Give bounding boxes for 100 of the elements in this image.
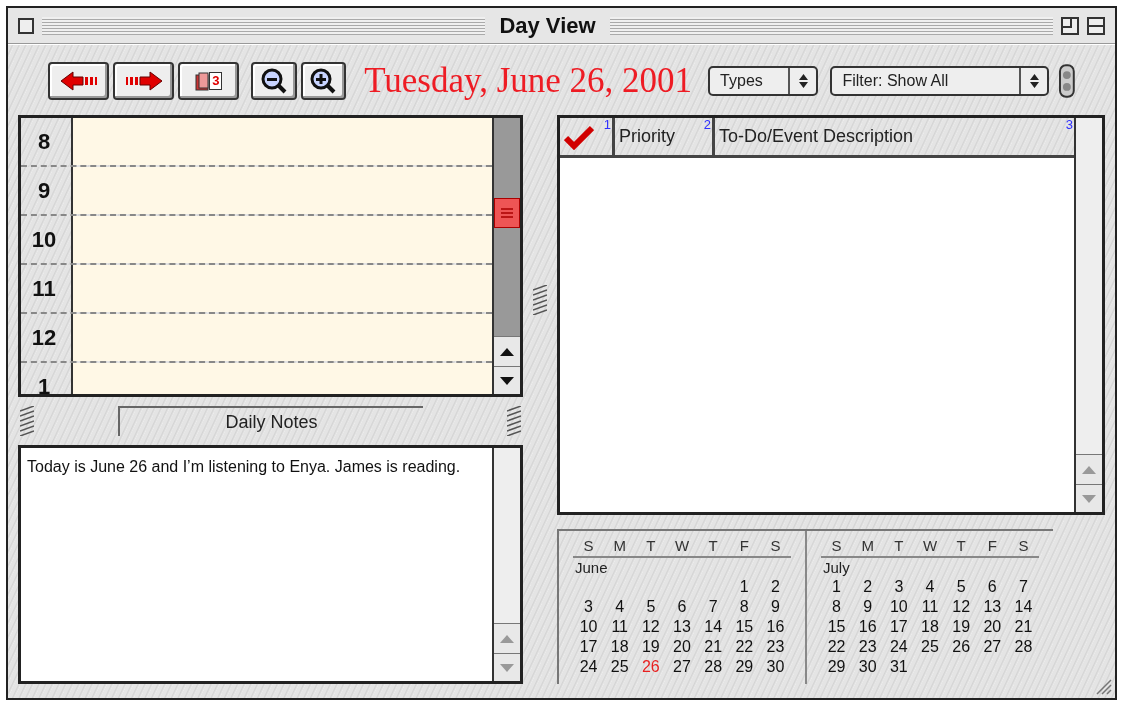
down-arrow-icon [1082,494,1096,503]
month-label: June [574,558,609,577]
popup-menu[interactable]: Types [708,66,819,96]
calendar-day[interactable]: 5 [945,577,977,597]
zoom-in-icon [309,67,338,95]
calendar-day[interactable]: 7 [1007,577,1039,597]
calendar-day[interactable]: 3 [573,597,605,617]
calendar-day[interactable]: 1 [821,577,853,597]
popup-menu[interactable]: Filter: Show All [830,66,1050,96]
calendar-day[interactable]: 9 [759,597,791,617]
calendar-button[interactable]: 3 [178,62,240,100]
daily-notes-title: Daily Notes [225,410,318,434]
calendar-day[interactable]: 1 [728,577,760,597]
calendar-day[interactable]: 25 [604,657,636,677]
calendar-day[interactable]: 21 [697,637,729,657]
column-number: 3 [1065,118,1073,132]
column-header[interactable]: To-Do/Event Description 3 [715,118,1074,155]
weekday-label: T [645,537,657,555]
calendar-day[interactable]: 31 [883,657,915,677]
calendar-day[interactable]: 4 [914,577,946,597]
calendar-day[interactable]: 14 [1007,597,1039,617]
column-header[interactable]: Priority 2 [615,118,715,155]
calendar-day[interactable]: 29 [728,657,760,677]
calendar-day[interactable]: 11 [604,617,636,637]
calendar-day[interactable]: 15 [821,617,853,637]
calendar-day[interactable]: 25 [914,637,946,657]
calendar-day[interactable]: 14 [697,617,729,637]
weekday-label: S [1017,537,1030,555]
notes-text[interactable]: Today is June 26 and I’m listening to Enya. James is reading. [21,448,492,681]
calendar-day[interactable]: 10 [573,617,605,637]
calendar-day[interactable]: 26 [635,657,667,677]
zoom-out-button[interactable] [251,62,297,100]
calendar-day[interactable]: 23 [852,637,884,657]
zoom-out-icon [260,67,289,95]
zoom-in-button[interactable] [300,62,347,100]
column-header[interactable]: 1 [560,118,615,155]
zoom-box[interactable] [1061,16,1079,35]
calendar-day[interactable]: 24 [573,657,605,677]
calendar-day[interactable]: 23 [759,637,791,657]
collapse-box[interactable] [1087,16,1105,35]
calendar-day[interactable]: 8 [821,597,853,617]
close-box[interactable] [18,17,34,34]
column-title: Priority [619,125,675,148]
calendar-day[interactable]: 20 [666,637,698,657]
calendar-day[interactable]: 7 [697,597,729,617]
calendar-day[interactable]: 10 [883,597,915,617]
calendar-day[interactable]: 2 [759,577,791,597]
calendar-day[interactable]: 16 [852,617,884,637]
scroll-up-button[interactable] [494,336,520,366]
calendar-day[interactable]: 12 [635,617,667,637]
calendar-day[interactable]: 6 [666,597,698,617]
calendar-day[interactable]: 15 [728,617,760,637]
toolbar-toggle-icon[interactable] [1059,64,1075,98]
calendar-day[interactable]: 26 [945,637,977,657]
back-button[interactable] [48,62,110,100]
calendar-day[interactable]: 19 [635,637,667,657]
calendar-day[interactable]: 13 [976,597,1008,617]
calendar-day[interactable]: 5 [635,597,667,617]
calendar-day[interactable]: 17 [883,617,915,637]
calendar-day[interactable]: 12 [945,597,977,617]
calendar-day[interactable]: 19 [945,617,977,637]
resize-grip-icon[interactable] [507,406,521,436]
forward-button[interactable] [113,62,175,100]
calendar-day[interactable]: 22 [728,637,760,657]
calendar-day[interactable]: 29 [821,657,853,677]
column-number: 1 [603,118,611,132]
calendar-day[interactable]: 11 [914,597,946,617]
calendar-day[interactable]: 18 [914,617,946,637]
calendar-day[interactable]: 24 [883,637,915,657]
calendar-day[interactable]: 17 [573,637,605,657]
calendar-day[interactable]: 16 [759,617,791,637]
calendar-day[interactable]: 20 [976,617,1008,637]
weekday-label: T [707,537,719,555]
calendar-day[interactable]: 28 [697,657,729,677]
scroll-down-button[interactable] [494,366,520,394]
calendar-day[interactable]: 4 [604,597,636,617]
weekday-label: M [860,537,875,555]
up-arrow-icon [500,347,514,356]
calendar-day[interactable]: 30 [852,657,884,677]
calendar-day[interactable]: 22 [821,637,853,657]
calendar-day[interactable]: 13 [666,617,698,637]
calendar-day[interactable]: 3 [883,577,915,597]
calendar-day[interactable]: 21 [1007,617,1039,637]
window-title: Day View [498,12,597,40]
resize-grip-icon[interactable] [533,284,547,315]
calendar-day[interactable]: 2 [852,577,884,597]
weekday-label: T [955,537,967,555]
calendar-day[interactable]: 30 [759,657,791,677]
right-arrow-icon [123,70,164,92]
calendar-day[interactable]: 27 [976,637,1008,657]
calendar-day[interactable]: 8 [728,597,760,617]
scroll-thumb[interactable] [494,198,520,228]
calendar-day[interactable]: 9 [852,597,884,617]
hour-label: 8 [37,130,51,154]
calendar-day[interactable]: 28 [1007,637,1039,657]
calendar-day[interactable]: 6 [976,577,1008,597]
calendar-day[interactable]: 27 [666,657,698,677]
resize-grip-icon[interactable] [20,406,34,436]
calendar-day[interactable]: 18 [604,637,636,657]
scroll-bar[interactable] [492,118,520,394]
